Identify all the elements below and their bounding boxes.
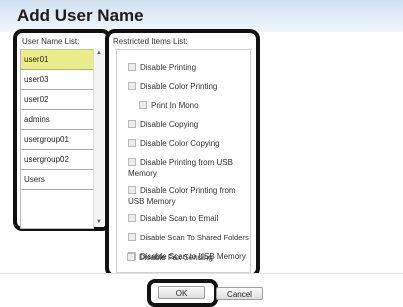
list-item[interactable]: usergroup02 (21, 150, 93, 170)
restriction-item[interactable]: Disable Color Copying (128, 138, 246, 149)
restriction-label: Disable Color Printing (140, 82, 218, 91)
scroll-down-arrow-icon[interactable]: ▼ (94, 218, 104, 227)
restricted-items-label: Restricted Items List: (113, 37, 188, 46)
user-name-listbox[interactable]: user01 user03 user02 admins usergroup01 … (20, 49, 94, 229)
checkbox[interactable] (128, 119, 136, 128)
dialog-title: Add User Name (17, 6, 144, 25)
restriction-item[interactable]: Disable Printing (128, 62, 246, 73)
ok-button-highlight: OK (147, 279, 218, 307)
restriction-item[interactable]: Disable Copying (128, 119, 246, 130)
checkbox[interactable] (128, 81, 136, 90)
restriction-label: Disable Copying (140, 120, 199, 129)
list-item[interactable]: user02 (21, 90, 93, 110)
restriction-item[interactable]: Disable Color Printing from USB Memory (128, 185, 248, 207)
checkbox[interactable] (128, 157, 136, 166)
list-item[interactable]: admins (21, 110, 93, 130)
restriction-item[interactable]: Disable Printing from USB Memory (128, 157, 246, 179)
restriction-label: Disable Color Copying (140, 139, 220, 148)
restriction-item[interactable]: Print In Mono (139, 100, 247, 111)
restriction-label: Disable Printing from USB Memory (128, 158, 233, 178)
restriction-label: Disable Scan To Shared Folders (140, 233, 249, 242)
user-name-panel: User Name List: user01 user03 user02 adm… (13, 29, 111, 231)
restricted-items-panel: Restricted Items List: Disable Printing … (105, 29, 260, 278)
restriction-item[interactable]: Disable Color Printing (128, 81, 246, 92)
ok-button[interactable]: OK (158, 286, 205, 299)
restriction-label: Disable Scan to Email (140, 214, 219, 223)
restriction-label: Print In Mono (151, 101, 199, 110)
restriction-item[interactable]: Disable Fax Sending (127, 252, 245, 263)
restriction-label: Disable Printing (140, 63, 197, 72)
list-item[interactable]: usergroup01 (21, 130, 93, 150)
list-item[interactable]: user03 (21, 70, 93, 90)
restriction-label: Disable Fax Sending (139, 253, 213, 262)
checkbox[interactable] (127, 252, 135, 261)
checkbox[interactable] (128, 233, 136, 241)
checkbox[interactable] (128, 62, 136, 71)
title-bar: Add User Name (0, 0, 403, 32)
list-item[interactable]: Users (21, 170, 93, 190)
restricted-items-box: Disable Printing Disable Color Printing … (116, 49, 251, 273)
restriction-label: Disable Color Printing from USB Memory (128, 186, 236, 206)
user-name-list-label: User Name List: (22, 37, 80, 46)
checkbox[interactable] (139, 100, 147, 109)
list-item[interactable]: user01 (21, 50, 93, 70)
restriction-item[interactable]: Disable Scan To Shared Folders (128, 232, 250, 243)
cancel-button[interactable]: Cancel (216, 287, 263, 300)
restriction-item[interactable]: Disable Scan to Email (128, 213, 248, 224)
scroll-up-arrow-icon[interactable]: ▲ (94, 49, 104, 58)
checkbox[interactable] (128, 185, 136, 194)
checkbox[interactable] (128, 213, 136, 222)
user-list-scrollbar[interactable]: ▲ ▼ (93, 49, 104, 227)
checkbox[interactable] (128, 138, 136, 147)
